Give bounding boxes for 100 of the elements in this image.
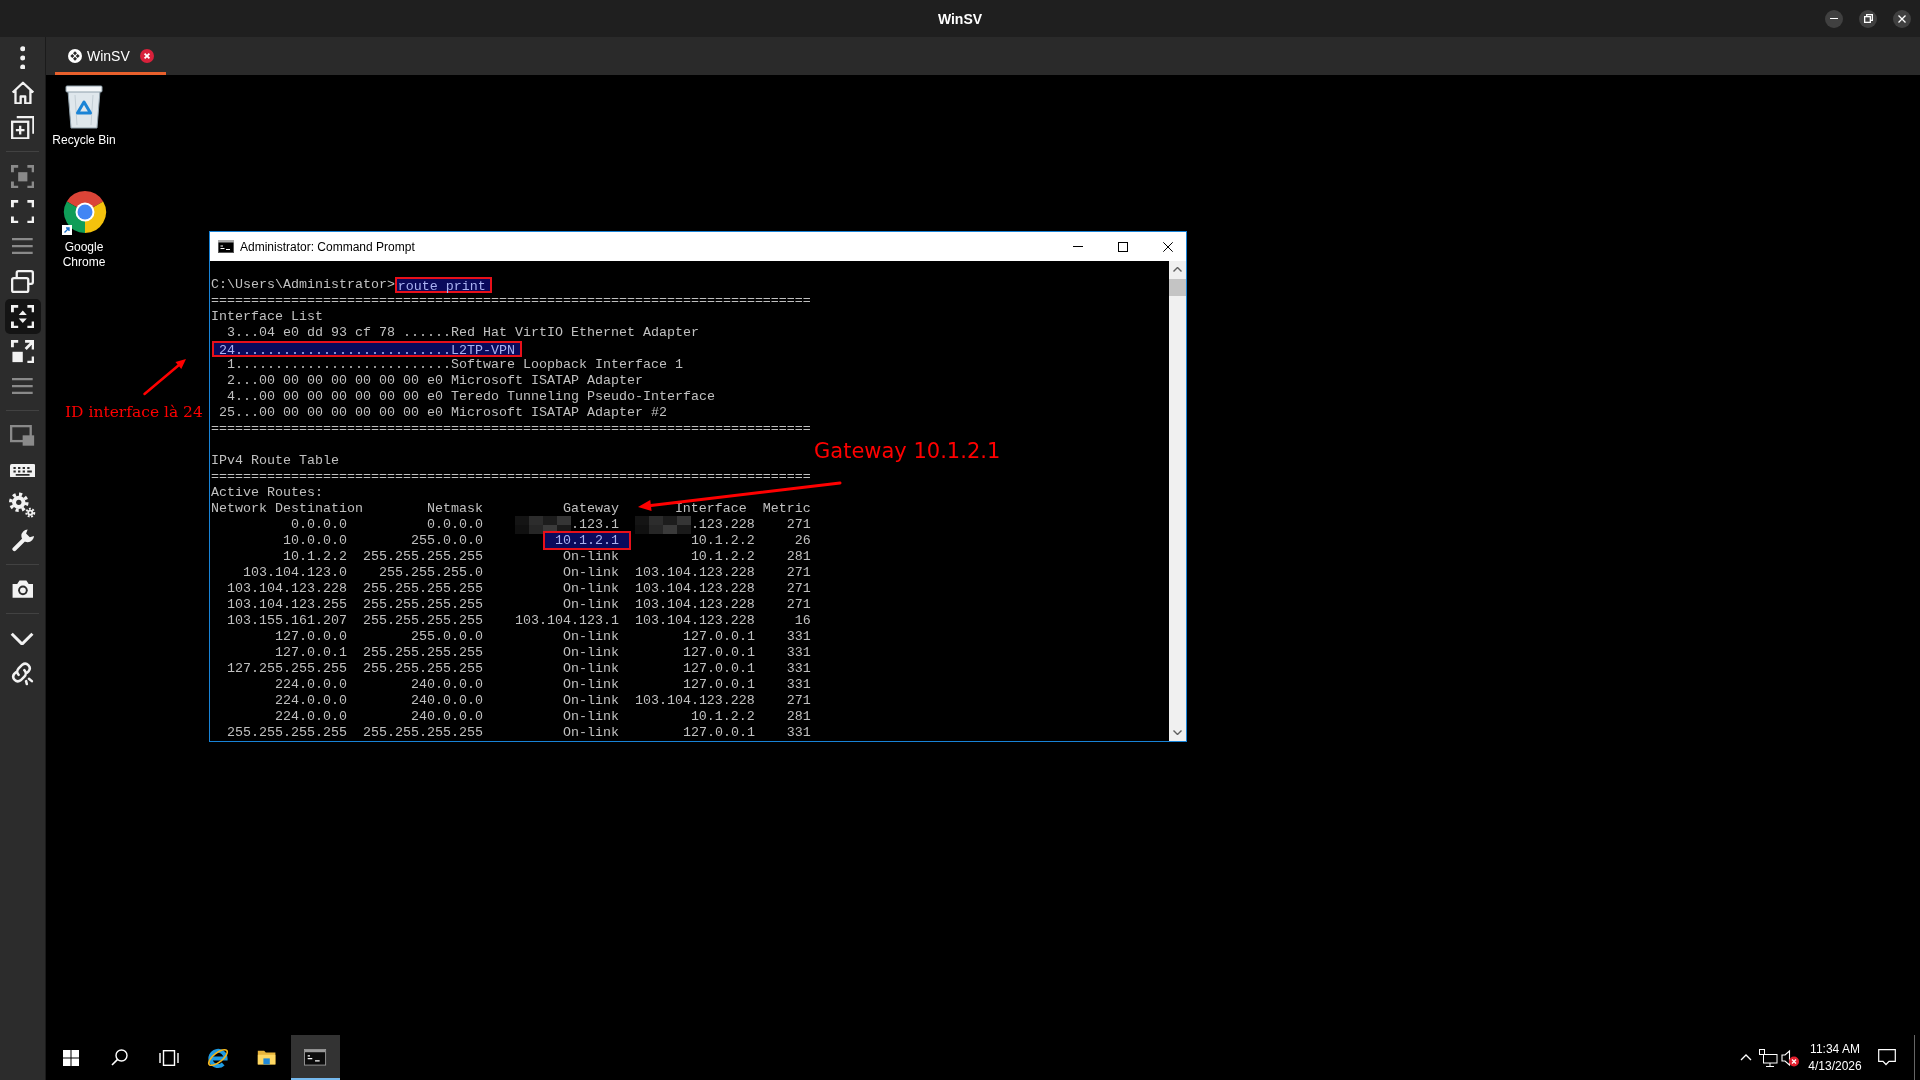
gateway-text: On-link <box>562 709 619 724</box>
restore-button[interactable] <box>1859 9 1877 28</box>
fit-screen-icon[interactable] <box>10 304 35 329</box>
speech-bubble-icon[interactable] <box>1878 1049 1896 1066</box>
minimize-icon[interactable] <box>1830 17 1838 20</box>
gateway-text: 10.1.2.1 <box>543 531 631 550</box>
close-icon[interactable] <box>1162 241 1173 252</box>
column-heading: Gateway <box>562 501 619 516</box>
keyboard-icon[interactable] <box>9 463 36 478</box>
task-view-icon[interactable] <box>158 1049 179 1066</box>
metric-text: 331 <box>786 725 811 740</box>
netmask-text: 255.255.255.255 <box>362 645 483 660</box>
interface-text: 103.104.123.228 <box>634 693 755 708</box>
camera-icon[interactable] <box>11 580 34 599</box>
interface-entry: 3...04 e0 dd 93 cf 78 ......Red Hat VirtIO Ethernet Adapter <box>227 325 699 341</box>
metric-text: 281 <box>786 709 811 724</box>
recycle-bin-icon[interactable] <box>64 83 104 129</box>
chevron-down-icon[interactable] <box>10 631 35 646</box>
console-line: =========================================================================== <box>211 469 811 485</box>
scroll-down-icon[interactable] <box>1173 730 1182 735</box>
speaker-icon[interactable] <box>1780 1048 1800 1067</box>
destination-text: 224.0.0.0 <box>275 709 347 724</box>
annotation-arrow <box>143 359 186 396</box>
scrollbar-thumb[interactable] <box>1169 279 1186 296</box>
console-icon <box>218 240 234 253</box>
home-icon[interactable] <box>10 80 35 105</box>
stacked-windows-icon[interactable] <box>11 270 34 293</box>
chevron-up-icon[interactable] <box>1740 1054 1752 1061</box>
interface-text: 103.104.123.228 <box>634 581 755 596</box>
interface-text: 127.0.0.1 <box>682 677 755 692</box>
gateway-text: On-link <box>562 629 619 644</box>
interface-text: 103.104.123.228 <box>634 597 755 612</box>
terminal-icon[interactable] <box>304 1049 327 1066</box>
console-line: =========================================================================== <box>211 421 811 437</box>
destination-text: 10.1.2.2 <box>282 549 347 564</box>
gateway-text: On-link <box>562 549 619 564</box>
destination-text: 103.104.123.228 <box>227 581 347 596</box>
scroll-up-icon[interactable] <box>1173 267 1182 272</box>
metric-text: 281 <box>786 549 811 564</box>
column-heading: Netmask <box>426 501 483 516</box>
app-title: WinSV <box>937 10 983 27</box>
destination-text: 103.104.123.0 <box>243 565 347 580</box>
metric-text: 271 <box>786 517 811 532</box>
restore-icon[interactable] <box>1863 14 1873 23</box>
broken-link-icon[interactable] <box>10 661 35 686</box>
interface-entry: 24...........................L2TP-VPN <box>212 341 522 357</box>
browser-shortcut[interactable]: Google Chrome <box>46 187 122 273</box>
gateway-text: On-link <box>562 645 619 660</box>
console-line: =========================================================================== <box>211 293 811 309</box>
interface-text: 103.104.123.228 <box>634 565 755 580</box>
interface-text: 10.1.2.2 <box>690 709 755 724</box>
scrollbar[interactable] <box>1169 261 1186 741</box>
destination-text: 127.0.0.1 <box>275 645 347 660</box>
window-title: Administrator: Command Prompt <box>240 239 416 254</box>
time-text[interactable]: 11:34 AM <box>1810 1040 1860 1058</box>
more-icon[interactable] <box>19 45 26 70</box>
command-text: route print <box>394 277 492 293</box>
netmask-text: 255.255.255.255 <box>362 549 483 564</box>
browser-icon[interactable] <box>61 190 107 236</box>
gateway-text: .123.1 <box>570 517 619 532</box>
metric-text: 271 <box>786 693 811 708</box>
metric-text: 271 <box>786 565 811 580</box>
interface-entry: 25...00 00 00 00 00 00 00 e0 Microsoft ISATAP Adapter #2 <box>219 405 667 421</box>
date-text[interactable]: 4/13/2026 <box>1808 1057 1862 1075</box>
maximize-icon[interactable] <box>1117 241 1128 252</box>
interface-entry: 4...00 00 00 00 00 00 00 e0 Teredo Tunneling Pseudo-Interface <box>227 389 715 405</box>
annotation-text: Gateway 10.1.2.1 <box>814 439 1001 463</box>
close-button[interactable] <box>1893 9 1911 28</box>
console-line: Interface List <box>211 309 323 325</box>
search-icon[interactable] <box>111 1049 128 1066</box>
metric-text: 16 <box>794 613 811 628</box>
minimize-icon[interactable] <box>1072 246 1083 247</box>
metric-text: 331 <box>786 677 811 692</box>
destination-text: 255.255.255.255 <box>227 725 347 740</box>
interface-entry: 1...........................Software Loopback Interface 1 <box>227 357 683 373</box>
destination-text: 127.255.255.255 <box>227 661 347 676</box>
netmask-text: 255.255.255.255 <box>362 613 483 628</box>
interface-text: .123.228 <box>690 517 755 532</box>
destination-text: 127.0.0.0 <box>275 629 347 644</box>
fullscreen-icon[interactable] <box>10 199 35 224</box>
destination-text: 224.0.0.0 <box>275 693 347 708</box>
column-heading: Metric <box>762 501 811 516</box>
metric-text: 331 <box>786 661 811 676</box>
network-icon[interactable] <box>1758 1048 1778 1067</box>
console-line: IPv4 Route Table <box>211 453 339 469</box>
gateway-text: On-link <box>562 661 619 676</box>
recycle-bin-shortcut[interactable]: Recycle Bin <box>46 80 122 151</box>
fit-button[interactable] <box>4 299 41 334</box>
interface-text: 127.0.0.1 <box>682 725 755 740</box>
minimize-button[interactable] <box>1825 9 1843 28</box>
expand-icon[interactable] <box>10 339 35 364</box>
netmask-text: 255.255.255.255 <box>362 597 483 612</box>
wrench-icon[interactable] <box>10 528 35 553</box>
gateway-text: On-link <box>562 581 619 596</box>
start-icon[interactable] <box>62 1049 79 1066</box>
console-button[interactable] <box>291 1035 340 1080</box>
interface-text: 127.0.0.1 <box>682 629 755 644</box>
add-window-icon[interactable] <box>10 115 35 140</box>
close-icon[interactable] <box>139 49 154 63</box>
folder-icon[interactable] <box>256 1049 277 1066</box>
